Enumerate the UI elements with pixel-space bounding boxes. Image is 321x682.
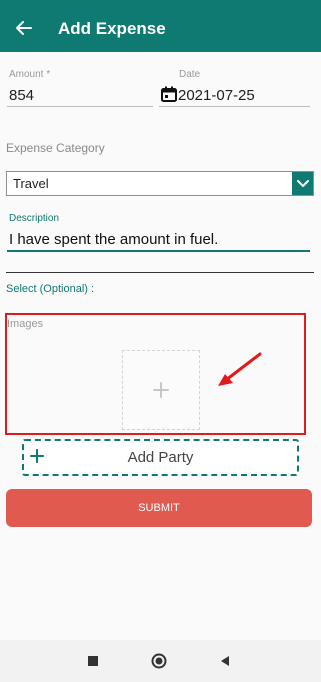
description-input[interactable]: I have spent the amount in fuel. <box>9 231 218 248</box>
system-nav-bar <box>0 640 321 682</box>
description-underline <box>7 250 310 252</box>
description-label: Description <box>9 213 60 224</box>
category-selected-value: Travel <box>13 176 49 191</box>
category-label: Expense Category <box>6 141 105 155</box>
chevron-down-icon[interactable] <box>292 172 313 195</box>
add-party-label: Add Party <box>127 449 194 466</box>
amount-label: Amount * <box>9 69 51 80</box>
nav-recents-icon[interactable] <box>83 651 103 671</box>
amount-underline <box>7 106 153 107</box>
images-label: Images <box>7 318 44 330</box>
app-bar: Add Expense <box>0 6 321 52</box>
date-underline <box>159 106 310 107</box>
date-input[interactable]: 2021-07-25 <box>178 87 255 104</box>
section-divider <box>6 272 314 273</box>
app-root: Add Expense Amount * 854 Date 2021-07-25… <box>0 0 321 682</box>
plus-icon <box>153 382 169 398</box>
calendar-icon[interactable] <box>161 86 177 102</box>
page-title: Add Expense <box>58 19 166 38</box>
nav-back-icon[interactable] <box>215 651 235 671</box>
amount-input[interactable]: 854 <box>9 87 34 104</box>
red-arrow-annotation <box>218 352 262 386</box>
add-party-button[interactable]: Add Party <box>22 439 299 476</box>
add-image-button[interactable] <box>122 350 200 430</box>
nav-home-icon[interactable] <box>149 651 169 671</box>
category-select[interactable]: Travel <box>6 171 314 196</box>
back-arrow-icon[interactable] <box>12 16 36 40</box>
submit-button[interactable]: SUBMIT <box>6 489 312 527</box>
optional-section-label: Select (Optional) : <box>6 283 95 295</box>
date-label: Date <box>179 69 201 80</box>
